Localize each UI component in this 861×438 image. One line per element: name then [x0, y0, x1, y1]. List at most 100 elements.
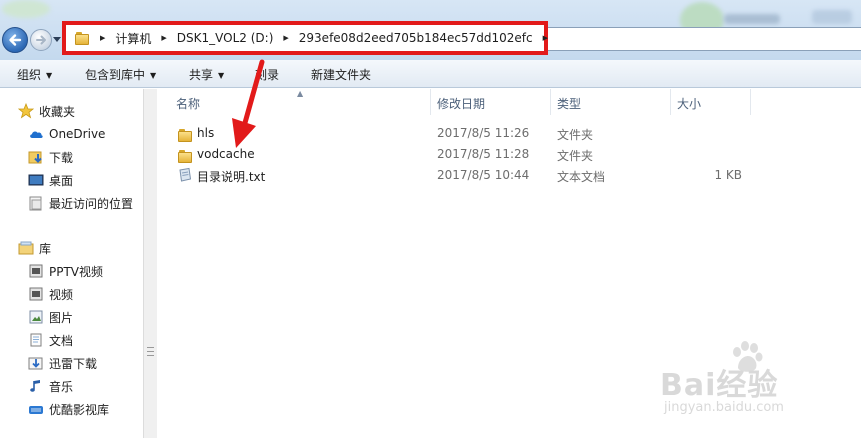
nav-item-label: 优酷影视库	[49, 402, 110, 417]
cloud-icon	[28, 126, 44, 142]
breadcrumb-computer[interactable]: 计算机	[109, 30, 157, 47]
nav-item-label: 文档	[49, 333, 74, 348]
nav-item-label: 图片	[49, 310, 74, 325]
nav-item-videos[interactable]: 视频	[28, 285, 73, 303]
title-address-area: ▶ 计算机 ▶ DSK1_VOL2 (D:) ▶ 293efe08d2eed70…	[0, 0, 861, 60]
file-type: 文件夹	[557, 128, 594, 142]
nav-item-documents[interactable]: 文档	[28, 331, 73, 349]
caret-down-icon: ▼	[46, 71, 53, 80]
nav-favorites[interactable]: 收藏夹	[18, 102, 75, 120]
library-icon	[18, 240, 34, 256]
documents-library-icon	[28, 332, 44, 348]
nav-favorites-label: 收藏夹	[39, 104, 76, 119]
breadcrumb-drive[interactable]: DSK1_VOL2 (D:)	[171, 31, 280, 45]
share-label: 共享	[189, 68, 214, 82]
column-divider[interactable]	[670, 89, 671, 115]
nav-item-label: 下载	[49, 150, 74, 165]
blurred-region	[2, 0, 50, 18]
arrow-left-icon	[9, 34, 22, 46]
video-library-icon	[28, 286, 44, 302]
download-folder-icon	[28, 149, 44, 165]
file-size: 1 KB	[714, 168, 742, 182]
breadcrumb-separator-icon[interactable]: ▶	[279, 34, 292, 42]
file-type: 文本文档	[557, 170, 606, 184]
address-bar[interactable]: ▶ 计算机 ▶ DSK1_VOL2 (D:) ▶ 293efe08d2eed70…	[62, 21, 548, 55]
blurred-region	[724, 14, 780, 24]
organize-button[interactable]: 组织 ▼	[17, 66, 52, 83]
file-date: 2017/8/5 11:28	[437, 147, 530, 161]
music-note-icon	[28, 378, 44, 394]
navigation-pane: 收藏夹 OneDrive 下载 桌面 最近访问的位置 库 PPTV视频 视频 图…	[0, 89, 144, 438]
nav-item-thunder-downloads[interactable]: 迅雷下载	[28, 354, 97, 372]
nav-item-label: PPTV视频	[49, 264, 104, 279]
nav-item-music[interactable]: 音乐	[28, 377, 73, 395]
column-header-type[interactable]: 类型	[557, 95, 581, 112]
back-button[interactable]	[2, 27, 28, 53]
caret-down-icon: ▼	[218, 71, 225, 80]
nav-item-label: 迅雷下载	[49, 356, 98, 371]
column-header-size[interactable]: 大小	[677, 95, 701, 112]
video-library-icon	[28, 263, 44, 279]
caret-down-icon: ▼	[150, 71, 157, 80]
nav-item-label: 最近访问的位置	[49, 196, 134, 211]
breadcrumb-separator-icon[interactable]: ▶	[157, 34, 170, 42]
folder-icon	[177, 146, 193, 163]
include-in-library-button[interactable]: 包含到库中 ▼	[85, 66, 156, 83]
blurred-region	[812, 10, 852, 24]
arrow-right-icon	[36, 35, 46, 45]
burn-label: 刻录	[255, 68, 280, 82]
nav-item-label: OneDrive	[49, 127, 106, 141]
file-row-vodcache[interactable]: vodcache 2017/8/5 11:28 文件夹	[157, 144, 861, 164]
organize-label: 组织	[17, 68, 42, 82]
nav-item-downloads[interactable]: 下载	[28, 148, 73, 166]
download-folder-icon	[28, 355, 44, 371]
nav-item-onedrive[interactable]: OneDrive	[28, 125, 105, 143]
nav-item-pictures[interactable]: 图片	[28, 308, 73, 326]
nav-item-youku-library[interactable]: 优酷影视库	[28, 400, 109, 418]
baidu-jingyan-watermark: Bai经验 jingyan.baidu.com	[660, 341, 860, 430]
pictures-library-icon	[28, 309, 44, 325]
star-icon	[18, 103, 34, 119]
recent-places-icon	[28, 195, 44, 211]
nav-item-pptv-video[interactable]: PPTV视频	[28, 262, 103, 280]
include-in-library-label: 包含到库中	[85, 68, 146, 82]
nav-item-desktop[interactable]: 桌面	[28, 171, 73, 189]
column-divider[interactable]	[750, 89, 751, 115]
new-folder-button[interactable]: 新建文件夹	[311, 66, 371, 83]
nav-item-label: 视频	[49, 287, 74, 302]
column-header-date[interactable]: 修改日期	[437, 95, 485, 112]
youku-library-icon	[28, 401, 44, 417]
column-header-name[interactable]: 名称	[176, 95, 200, 112]
nav-item-recent-places[interactable]: 最近访问的位置	[28, 194, 133, 212]
folder-icon	[177, 125, 193, 142]
file-name: 目录说明.txt	[197, 170, 266, 184]
file-row-readme-txt[interactable]: 目录说明.txt 2017/8/5 10:44 文本文档 1 KB	[157, 165, 861, 185]
watermark-logo-text: Bai经验	[660, 368, 779, 403]
share-button[interactable]: 共享 ▼	[189, 66, 224, 83]
file-date: 2017/8/5 11:26	[437, 126, 530, 140]
file-name: hls	[197, 126, 215, 140]
watermark-url: jingyan.baidu.com	[664, 400, 784, 415]
file-row-hls[interactable]: hls 2017/8/5 11:26 文件夹	[157, 123, 861, 143]
breadcrumb-separator-icon[interactable]: ▶	[96, 34, 109, 42]
command-bar: 组织 ▼ 包含到库中 ▼ 共享 ▼ 刻录 新建文件夹	[0, 60, 861, 88]
address-bar-empty-area[interactable]	[548, 27, 861, 51]
recent-pages-button[interactable]	[53, 37, 61, 43]
breadcrumb-folder[interactable]: 293efe08d2eed705b184ec57dd102efc	[293, 31, 539, 45]
splitter-grip-icon[interactable]	[147, 347, 154, 356]
sort-ascending-icon: ▲	[297, 89, 304, 98]
text-file-icon	[177, 167, 193, 183]
desktop-icon	[28, 172, 44, 188]
nav-libraries[interactable]: 库	[18, 239, 51, 257]
column-divider[interactable]	[550, 89, 551, 115]
new-folder-label: 新建文件夹	[311, 68, 372, 82]
nav-item-label: 音乐	[49, 379, 74, 394]
navigation-pane-splitter[interactable]	[143, 89, 157, 438]
folder-icon	[74, 31, 90, 45]
forward-button[interactable]	[30, 29, 52, 51]
column-divider[interactable]	[430, 89, 431, 115]
file-type: 文件夹	[557, 149, 594, 163]
nav-item-label: 桌面	[49, 173, 74, 188]
burn-button[interactable]: 刻录	[255, 66, 279, 83]
nav-libraries-label: 库	[39, 241, 52, 256]
